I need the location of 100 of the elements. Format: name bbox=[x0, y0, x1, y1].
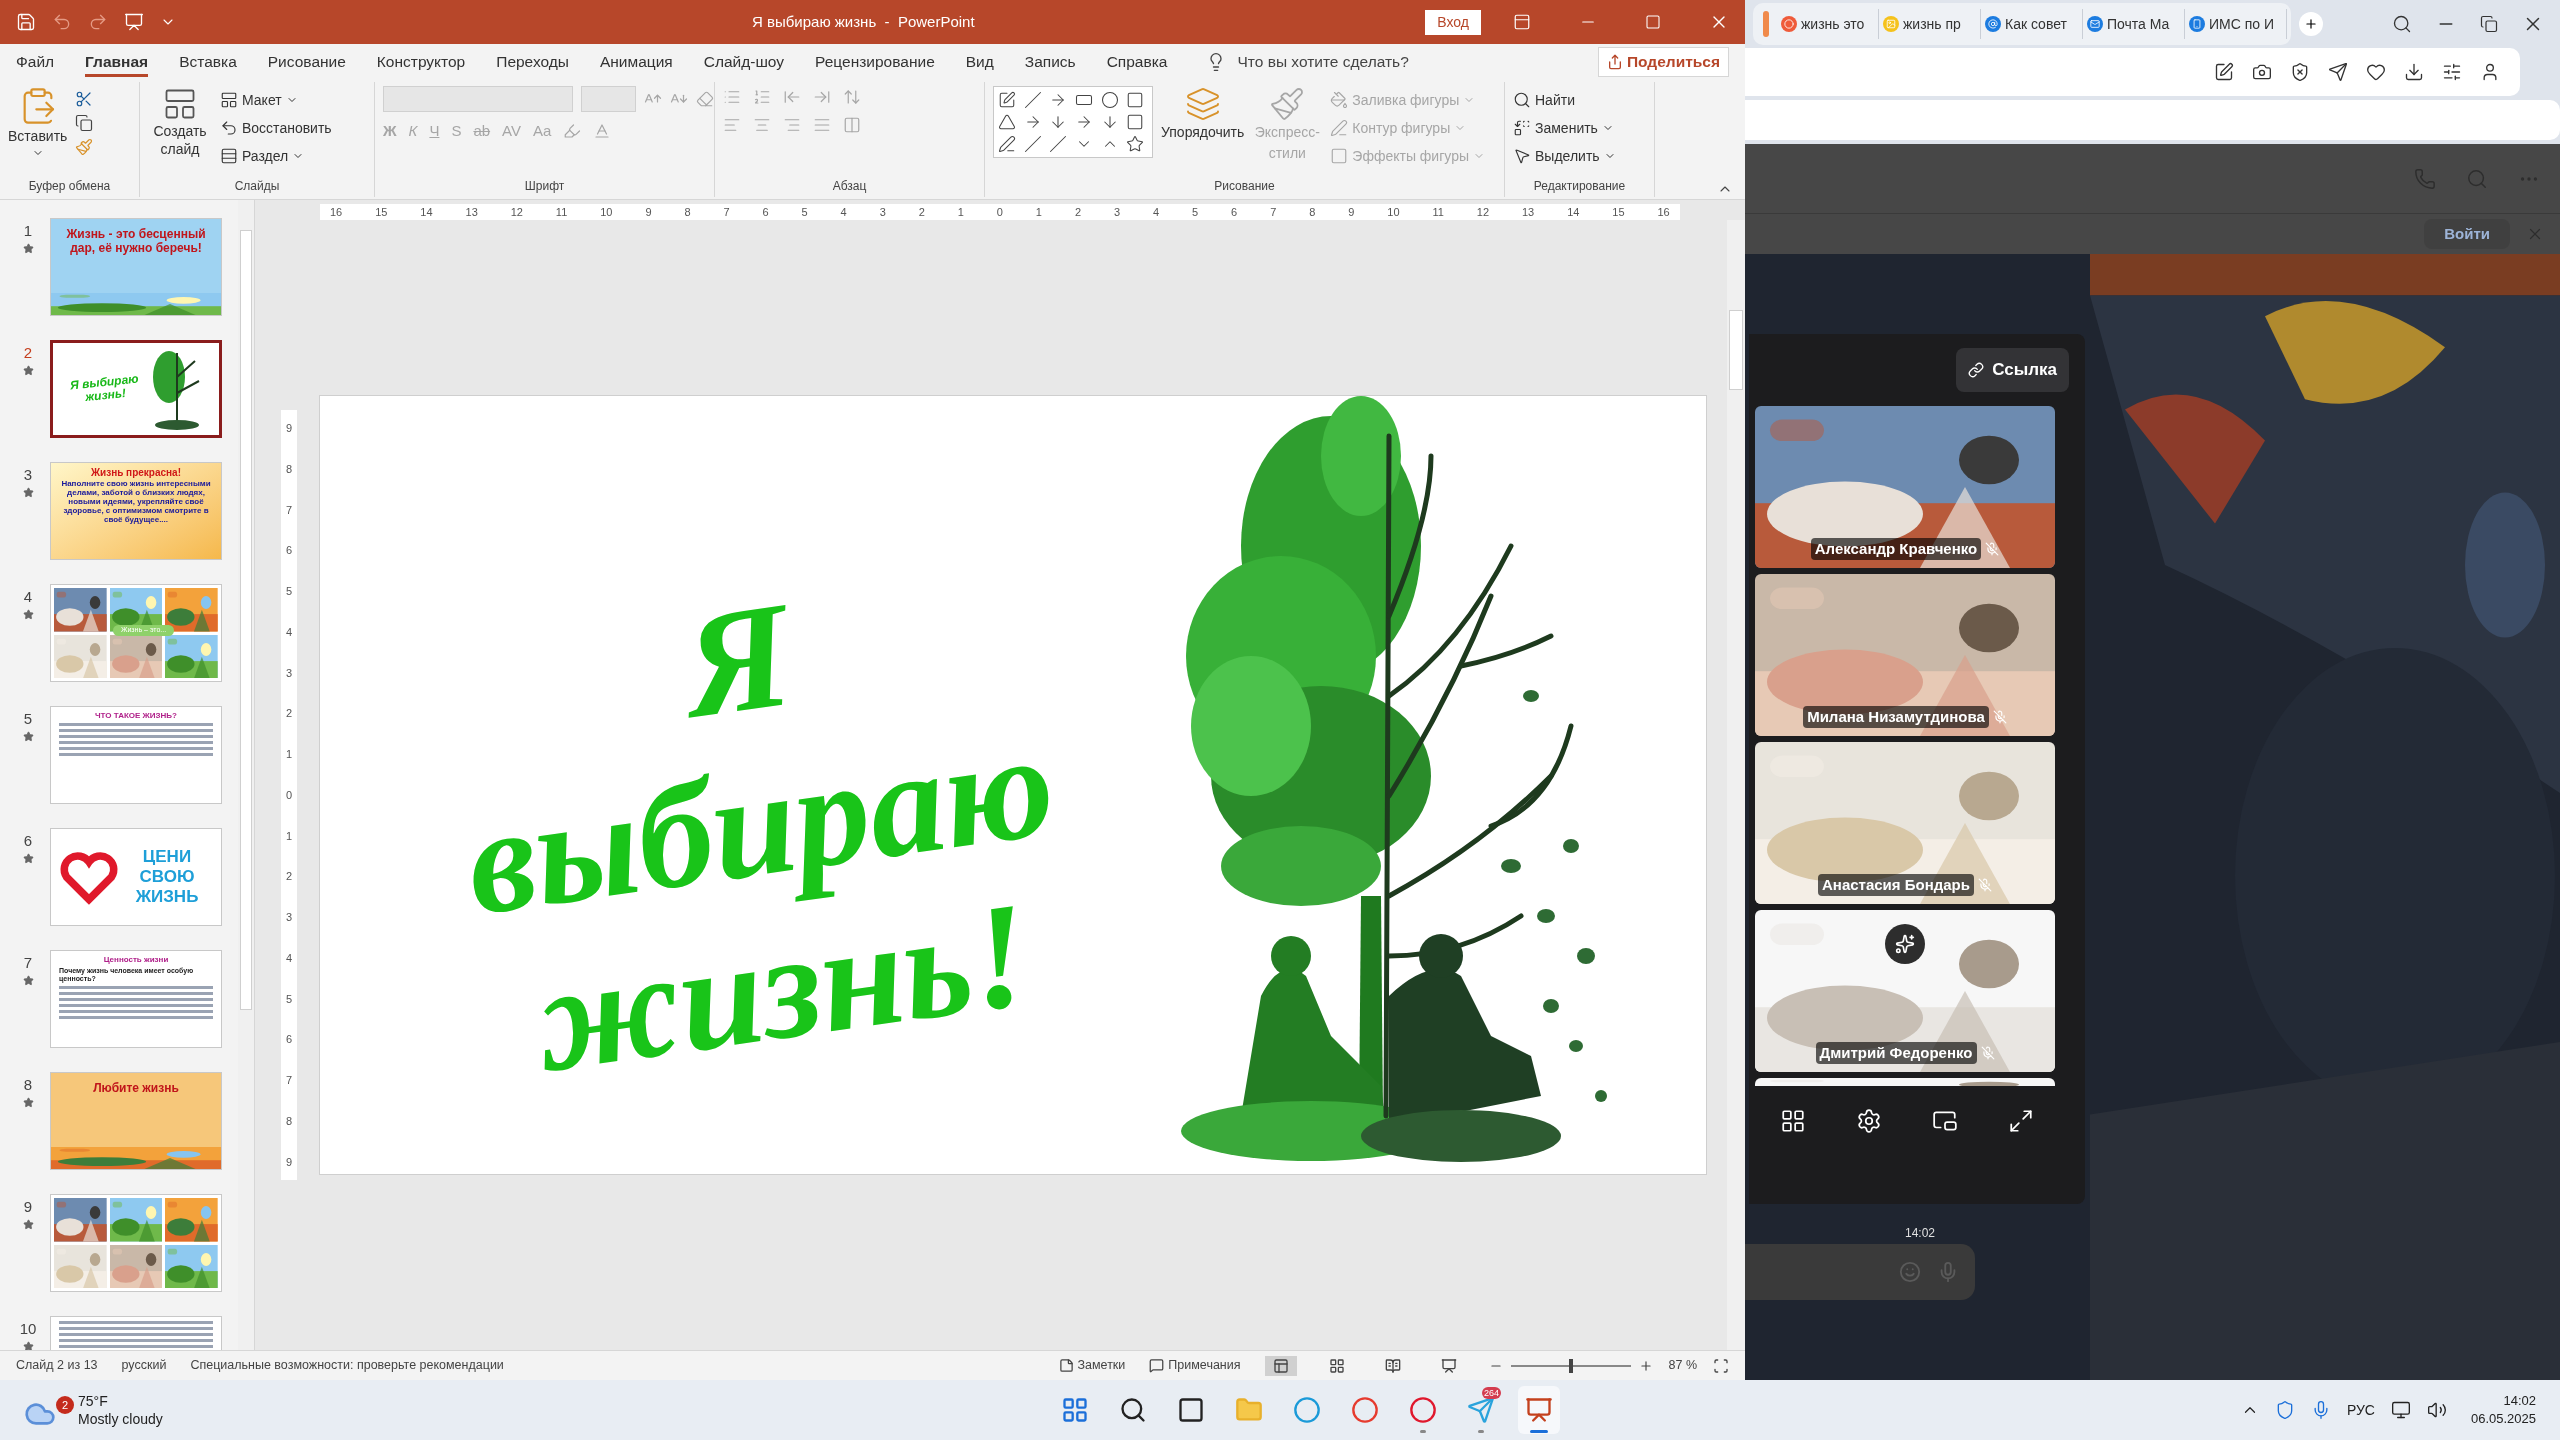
ribbon-button[interactable]: Найти bbox=[1513, 86, 1616, 114]
video-tile[interactable]: Милана Низамутдинова bbox=[1755, 574, 2055, 736]
paper-plane-icon bbox=[1467, 1396, 1495, 1424]
copy-icon[interactable] bbox=[75, 114, 94, 132]
tell-me-field[interactable]: Что вы хотите сделать? bbox=[1237, 50, 1409, 74]
toolbar-icon[interactable] bbox=[2252, 62, 2272, 82]
tab-icon bbox=[2087, 16, 2103, 32]
new-tab-button[interactable] bbox=[2299, 12, 2323, 36]
accessibility-status[interactable]: Специальные возможности: проверьте рекомендации bbox=[190, 1356, 504, 1375]
redo-icon[interactable] bbox=[88, 12, 108, 32]
thumbnail-text: Наполните свою жизнь интересными делами, заботой о близких людях, новыми идеями, укрепляйте своё здоровье, с оптимизмом смотрите в своё будущее.... bbox=[60, 479, 212, 524]
slide-number: 2 bbox=[23, 343, 33, 363]
zoom-in-icon[interactable] bbox=[1638, 1358, 1653, 1373]
clock-date[interactable]: 06.05.2025 bbox=[2470, 1410, 2536, 1428]
link-button[interactable]: Ссылка bbox=[1956, 348, 2069, 392]
signin-button[interactable]: Войти bbox=[2424, 218, 2510, 250]
restore-icon[interactable] bbox=[2480, 15, 2498, 33]
tab-icon bbox=[2189, 16, 2205, 32]
ribbon-tab[interactable]: Конструктор bbox=[376, 47, 466, 77]
settings-icon[interactable] bbox=[1856, 1108, 1882, 1134]
network-icon[interactable] bbox=[2390, 1400, 2411, 1420]
folder-icon bbox=[1235, 1396, 1263, 1424]
toolbar-icon[interactable] bbox=[2442, 62, 2462, 82]
ribbon-tab[interactable]: Вид bbox=[965, 47, 994, 77]
share-button[interactable]: Поделиться bbox=[1597, 47, 1729, 77]
slide-thumbnail[interactable]: Любите жизнь bbox=[50, 1072, 222, 1170]
ribbon-tab[interactable]: Справка bbox=[1106, 47, 1168, 77]
maximize-icon[interactable] bbox=[1645, 14, 1661, 30]
highlighter-icon[interactable] bbox=[563, 122, 582, 141]
tool-icon bbox=[1330, 91, 1349, 109]
shapes-gallery[interactable] bbox=[993, 86, 1153, 158]
browser-tab[interactable]: Почта Ма bbox=[2083, 9, 2185, 39]
paste-button[interactable]: Вставить bbox=[8, 86, 68, 159]
language-label[interactable]: русский bbox=[121, 1356, 167, 1375]
ribbon-tab[interactable]: Рецензирование bbox=[815, 47, 935, 77]
animation-star-icon bbox=[22, 608, 34, 620]
zoom-level[interactable]: 87 % bbox=[1668, 1356, 1697, 1375]
taskbar-app[interactable]: 264 bbox=[1460, 1386, 1502, 1434]
browser-tab[interactable]: ИМС по И bbox=[2185, 9, 2287, 39]
grid-icon[interactable] bbox=[1780, 1108, 1806, 1134]
video-tile[interactable]: Дмитрий Федоренко bbox=[1755, 910, 2055, 1072]
toolbar-icon[interactable] bbox=[2290, 62, 2310, 82]
ribbon-tab[interactable]: Вставка bbox=[179, 47, 237, 77]
fit-slide-icon[interactable] bbox=[1713, 1357, 1729, 1374]
ribbon-button[interactable]: Выделить bbox=[1513, 142, 1616, 170]
ribbon-tab[interactable]: Слайд-шоу bbox=[703, 47, 785, 77]
new-slide-button[interactable]: Создать слайд bbox=[148, 86, 212, 158]
volume-icon[interactable] bbox=[2426, 1400, 2447, 1420]
undo-icon[interactable] bbox=[52, 12, 72, 32]
zoom-slider[interactable] bbox=[1510, 1358, 1631, 1373]
thumbnail-title: Жизнь прекрасна! bbox=[91, 467, 181, 479]
input-language[interactable]: РУС bbox=[2346, 1399, 2375, 1421]
ribbon-tab[interactable]: Анимация bbox=[599, 47, 673, 77]
fullscreen-icon[interactable] bbox=[2008, 1108, 2034, 1134]
browser-tab[interactable]: жизнь это bbox=[1777, 9, 1879, 39]
presentation-icon[interactable] bbox=[124, 12, 144, 32]
search-icon[interactable] bbox=[2392, 14, 2412, 34]
ribbon-tab[interactable]: Рисование bbox=[267, 47, 346, 77]
slide-thumbnail[interactable]: Жизнь прекрасна! Наполните свою жизнь интересными делами, заботой о близких людях, новыми идеями, укрепляйте своё здоровье, с оптимизмом смотрите в своё будущее.... bbox=[50, 462, 222, 560]
tool-icon bbox=[1330, 147, 1349, 165]
format-painter-icon[interactable] bbox=[75, 138, 94, 156]
clock-time[interactable]: 14:02 bbox=[2503, 1392, 2536, 1410]
notification-badge: 264 bbox=[1481, 1387, 1501, 1399]
muted-mic-icon bbox=[1985, 541, 2000, 556]
participant-name: Анастасия Бондарь bbox=[1818, 873, 1974, 896]
toolbar-icon[interactable] bbox=[2366, 62, 2386, 82]
toolbar-icon[interactable] bbox=[2328, 62, 2348, 82]
slide-thumbnail[interactable] bbox=[50, 1194, 222, 1292]
ribbon-tab[interactable]: Запись bbox=[1024, 47, 1076, 77]
browser-tab[interactable]: жизнь пр bbox=[1879, 9, 1981, 39]
ribbon-display-icon[interactable] bbox=[1513, 13, 1531, 31]
ribbon-button[interactable]: Восстановить bbox=[220, 114, 332, 142]
video-tile[interactable]: Анастасия Бондарь bbox=[1755, 742, 2055, 904]
tool-icon bbox=[1330, 119, 1349, 137]
ribbon-button[interactable]: Макет bbox=[220, 86, 332, 114]
slide-thumbnail[interactable]: ЧТО ТАКОЕ ЖИЗНЬ? bbox=[50, 706, 222, 804]
toolbar-icon[interactable] bbox=[2214, 62, 2234, 82]
clear-format-icon[interactable] bbox=[696, 90, 714, 108]
scrollbar[interactable] bbox=[1727, 220, 1745, 1350]
ribbon-button[interactable]: Заменить bbox=[1513, 114, 1616, 142]
ribbon-tab[interactable]: Переходы bbox=[496, 47, 569, 77]
font-name-field[interactable] bbox=[383, 86, 573, 112]
view-button[interactable] bbox=[1264, 1355, 1297, 1376]
video-tile[interactable]: Александр Кравченко bbox=[1755, 406, 2055, 568]
browser-tab[interactable]: Как совет bbox=[1981, 9, 2083, 39]
ribbon-tab[interactable]: Главная bbox=[85, 47, 149, 77]
thumbnail-title: ЦЕНИ СВОЮ ЖИЗНЬ bbox=[134, 847, 200, 907]
tool-icon bbox=[220, 147, 238, 165]
participant-name: Милана Низамутдинова bbox=[1803, 705, 1989, 728]
signin-button[interactable]: Вход bbox=[1425, 9, 1481, 35]
notes-button[interactable]: Заметки bbox=[1058, 1356, 1126, 1375]
comments-button[interactable]: Примечания bbox=[1149, 1356, 1241, 1375]
font-size-field[interactable] bbox=[581, 86, 636, 112]
thumbnail-title: Я выбираю жизнь! bbox=[68, 371, 141, 407]
ribbon-tab[interactable]: Файл bbox=[16, 47, 55, 77]
slide-thumbnail[interactable]: Жизнь - это бесценный дар, её нужно беречь! bbox=[50, 218, 222, 316]
save-icon[interactable] bbox=[16, 12, 36, 32]
ribbon-button[interactable]: Раздел bbox=[220, 142, 332, 170]
toolbar-icon[interactable] bbox=[2404, 62, 2424, 82]
picture-in-picture-icon[interactable] bbox=[1932, 1108, 1958, 1134]
